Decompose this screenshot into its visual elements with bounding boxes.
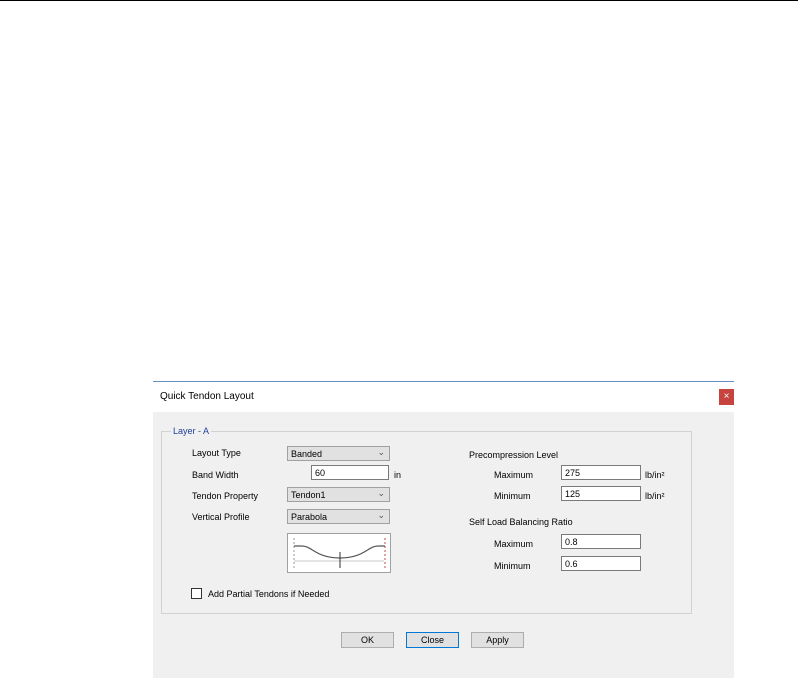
quick-tendon-layout-dialog: Quick Tendon Layout × Layer - A Layout T… bbox=[153, 381, 734, 678]
vertical-profile-label: Vertical Profile bbox=[192, 512, 250, 522]
pc-max-label: Maximum bbox=[494, 470, 534, 480]
pc-min-unit: lb/in² bbox=[645, 491, 665, 501]
tendon-property-label: Tendon Property bbox=[192, 491, 259, 501]
tendon-profile-diagram bbox=[293, 538, 386, 568]
band-width-unit: in bbox=[394, 470, 402, 480]
layout-type-value: Banded bbox=[291, 449, 323, 459]
partial-tendons-label: Add Partial Tendons if Needed bbox=[208, 589, 330, 599]
band-width-label: Band Width bbox=[192, 470, 239, 480]
pc-min-value: 125 bbox=[565, 489, 581, 499]
pc-min-label: Minimum bbox=[494, 491, 531, 501]
pc-max-value: 275 bbox=[565, 468, 581, 478]
layer-group-box bbox=[161, 431, 692, 614]
layout-type-select[interactable]: Banded ⌄ bbox=[287, 446, 390, 461]
pc-min-field[interactable]: 125 bbox=[561, 486, 641, 501]
top-border-line bbox=[0, 0, 798, 1]
bal-max-label: Maximum bbox=[494, 539, 534, 549]
vertical-profile-value: Parabola bbox=[291, 512, 328, 522]
band-width-field[interactable]: 60 bbox=[311, 465, 389, 480]
chevron-down-icon: ⌄ bbox=[377, 510, 385, 520]
pc-max-unit: lb/in² bbox=[645, 470, 665, 480]
parabola-profile-preview bbox=[287, 533, 391, 573]
apply-button[interactable]: Apply bbox=[471, 632, 524, 648]
precompression-heading: Precompression Level bbox=[469, 450, 559, 460]
layout-type-label: Layout Type bbox=[192, 448, 241, 458]
close-icon[interactable]: × bbox=[719, 389, 734, 405]
bal-min-value: 0.6 bbox=[565, 559, 578, 569]
tendon-property-value: Tendon1 bbox=[291, 490, 326, 500]
close-button[interactable]: Close bbox=[406, 632, 459, 648]
layer-legend: Layer - A bbox=[171, 426, 212, 436]
dialog-titlebar: Quick Tendon Layout × bbox=[153, 382, 734, 412]
pc-max-field[interactable]: 275 bbox=[561, 465, 641, 480]
balancing-heading: Self Load Balancing Ratio bbox=[469, 517, 573, 527]
bal-min-field[interactable]: 0.6 bbox=[561, 556, 641, 571]
bal-max-field[interactable]: 0.8 bbox=[561, 534, 641, 549]
dialog-title: Quick Tendon Layout bbox=[160, 391, 254, 402]
vertical-profile-select[interactable]: Parabola ⌄ bbox=[287, 509, 390, 524]
tendon-property-select[interactable]: Tendon1 ⌄ bbox=[287, 487, 390, 502]
band-width-value: 60 bbox=[315, 468, 326, 478]
bal-max-value: 0.8 bbox=[565, 537, 578, 547]
chevron-down-icon: ⌄ bbox=[377, 488, 385, 498]
partial-tendons-checkbox[interactable] bbox=[191, 588, 202, 599]
chevron-down-icon: ⌄ bbox=[377, 447, 385, 457]
bal-min-label: Minimum bbox=[494, 561, 531, 571]
ok-button[interactable]: OK bbox=[341, 632, 394, 648]
